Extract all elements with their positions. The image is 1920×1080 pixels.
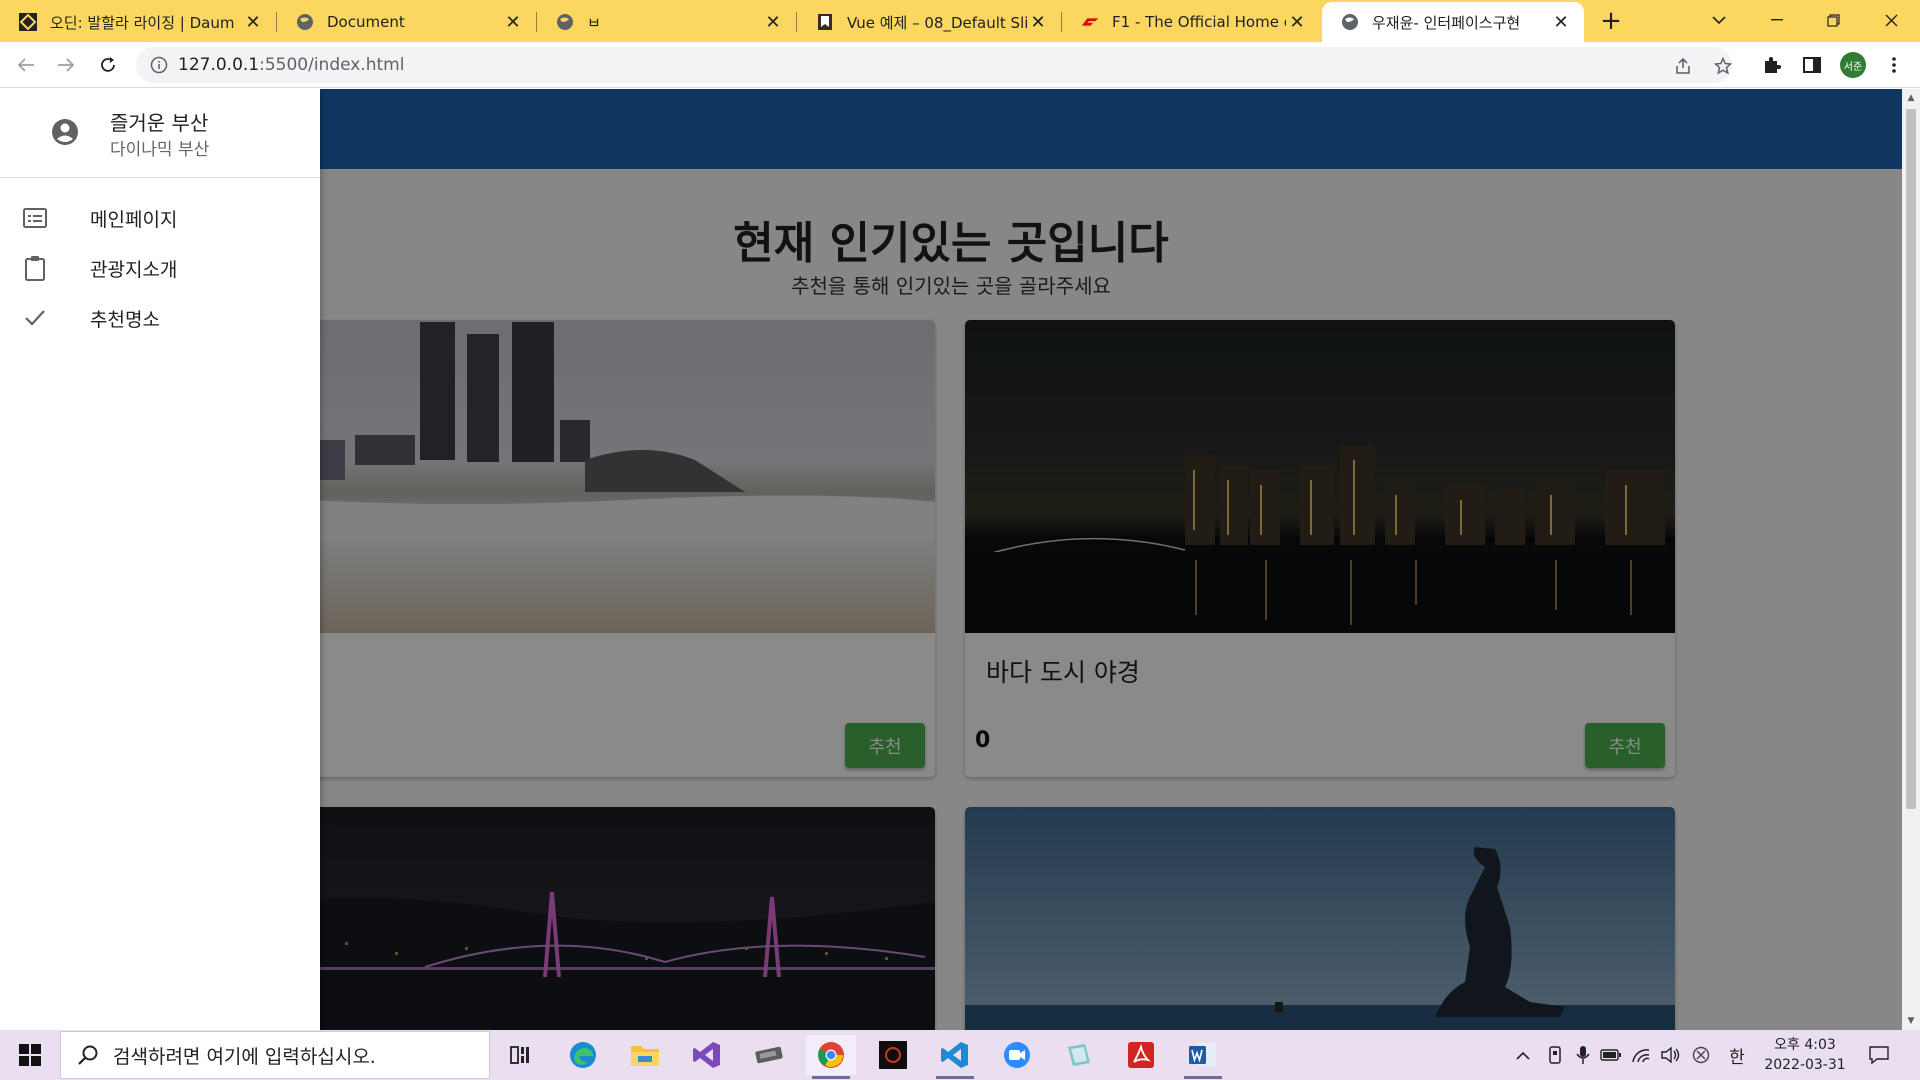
- tab-close-icon[interactable]: ✕: [762, 11, 784, 33]
- clock-time: 오후 4:03: [1774, 1037, 1836, 1053]
- bookmark-star-icon[interactable]: [1712, 55, 1734, 77]
- navigation-drawer: 즐거운 부산 다이나믹 부산 메인페이지 관광지소개 추천명소: [0, 89, 320, 1030]
- browser-tab[interactable]: 오딘: 발할라 라이징 | Daum ✕: [0, 2, 276, 42]
- address-bar[interactable]: 127.0.0.1:5500/index.html: [136, 47, 1732, 83]
- browser-toolbar: 127.0.0.1:5500/index.html 서준: [0, 42, 1920, 88]
- scroll-down-arrow-icon[interactable]: ▼: [1902, 1014, 1920, 1028]
- nav-item-main-page[interactable]: 메인페이지: [0, 193, 320, 243]
- active-app-indicator: [812, 1076, 850, 1079]
- search-icon: [77, 1044, 99, 1066]
- bookmark-favicon-icon: [815, 12, 835, 32]
- tab-close-icon[interactable]: ✕: [502, 11, 524, 33]
- notification-off-icon[interactable]: [1690, 1044, 1712, 1066]
- page-viewport: 현재 인기있는 곳입니다 추천을 통해 인기있는 곳을 골라주세요 추천 바다 …: [0, 89, 1920, 1030]
- globe-icon: [295, 12, 315, 32]
- browser-tab[interactable]: Vue 예제 – 08_Default Slid ✕: [797, 2, 1061, 42]
- visual-studio-icon[interactable]: [682, 1035, 732, 1075]
- browser-tab[interactable]: ㅂ ✕: [537, 2, 796, 42]
- web-icon: [22, 205, 48, 231]
- window-close-button[interactable]: [1866, 0, 1916, 40]
- windows-taskbar: 검색하려면 여기에 입력하십시오. 한 오후 4:03 2022-03-31: [0, 1030, 1920, 1080]
- restore-button[interactable]: [1808, 0, 1858, 40]
- browser-tabstrip: 오딘: 발할라 라이징 | Daum ✕ Document ✕ ㅂ ✕ Vue …: [0, 0, 1920, 42]
- tray-overflow-chevron-icon[interactable]: [1512, 1044, 1534, 1066]
- tab-close-icon[interactable]: ✕: [242, 11, 264, 33]
- odin-game-icon[interactable]: [868, 1035, 918, 1075]
- tab-close-icon[interactable]: ✕: [1550, 11, 1572, 33]
- url-text: 127.0.0.1:5500/index.html: [178, 55, 404, 75]
- nav-item-label: 추천명소: [90, 308, 160, 331]
- f1-logo-icon: [1080, 12, 1100, 32]
- device-icon[interactable]: [1544, 1044, 1566, 1066]
- taskbar-clock[interactable]: 오후 4:03 2022-03-31: [1760, 1035, 1850, 1075]
- nav-item-label: 관광지소개: [90, 258, 178, 281]
- tab-title: ㅂ: [587, 13, 601, 32]
- browser-tab-active[interactable]: 우재윤- 인터페이스구현 ✕: [1322, 2, 1584, 42]
- url-path: :5500/index.html: [259, 55, 405, 75]
- chip-app-icon[interactable]: [744, 1035, 794, 1075]
- drawer-title: 즐거운 부산: [110, 111, 209, 135]
- tab-title: 오딘: 발할라 라이징 | Daum: [50, 13, 235, 32]
- share-icon[interactable]: [1672, 55, 1694, 77]
- sticky-notes-icon[interactable]: [1054, 1035, 1104, 1075]
- scroll-up-arrow-icon[interactable]: ▲: [1902, 91, 1920, 105]
- taskbar-search-input[interactable]: 검색하려면 여기에 입력하십시오.: [60, 1031, 490, 1079]
- scrollbar-thumb[interactable]: [1906, 109, 1916, 809]
- browser-tab[interactable]: F1 - The Official Home of ✕: [1062, 2, 1320, 42]
- globe-icon: [1340, 12, 1360, 32]
- tab-title: 우재윤- 인터페이스구현: [1372, 13, 1521, 32]
- taskbar-search-placeholder: 검색하려면 여기에 입력하십시오.: [113, 1045, 376, 1068]
- tab-title: F1 - The Official Home of: [1112, 13, 1286, 31]
- reload-icon[interactable]: [92, 49, 124, 81]
- acrobat-reader-icon[interactable]: [1116, 1035, 1166, 1075]
- nav-item-recommended[interactable]: 추천명소: [0, 293, 320, 343]
- vscode-icon[interactable]: [930, 1035, 980, 1079]
- globe-icon: [555, 12, 575, 32]
- nav-item-attractions[interactable]: 관광지소개: [0, 243, 320, 293]
- profile-avatar[interactable]: 서준: [1840, 52, 1866, 78]
- tab-search-chevron-icon[interactable]: [1694, 0, 1744, 40]
- minimize-button[interactable]: [1752, 0, 1802, 40]
- drawer-subtitle: 다이나믹 부산: [110, 140, 210, 160]
- active-app-indicator: [936, 1076, 974, 1079]
- edge-browser-icon[interactable]: [558, 1035, 608, 1075]
- browser-tab[interactable]: Document ✕: [277, 2, 536, 42]
- drawer-header: 즐거운 부산 다이나믹 부산: [0, 89, 320, 178]
- odin-favicon-icon: [18, 12, 38, 32]
- back-arrow-icon[interactable]: [10, 49, 42, 81]
- page-scrollbar[interactable]: ▲ ▼: [1902, 89, 1920, 1030]
- new-tab-button[interactable]: +: [1596, 6, 1626, 36]
- account-circle-icon: [50, 117, 80, 147]
- microphone-icon[interactable]: [1572, 1044, 1594, 1066]
- browser-menu-kebab-icon[interactable]: [1882, 53, 1906, 77]
- site-info-icon[interactable]: [150, 56, 168, 74]
- url-host: 127.0.0.1: [178, 55, 260, 75]
- tab-title: Vue 예제 – 08_Default Slid: [847, 13, 1027, 32]
- clock-date: 2022-03-31: [1764, 1057, 1846, 1073]
- tab-close-icon[interactable]: ✕: [1286, 11, 1308, 33]
- clipboard-icon: [22, 255, 48, 281]
- chrome-browser-icon[interactable]: [806, 1035, 856, 1079]
- active-app-indicator: [1184, 1076, 1222, 1079]
- file-explorer-icon[interactable]: [620, 1035, 670, 1075]
- volume-icon[interactable]: [1660, 1044, 1682, 1066]
- check-icon: [22, 305, 48, 331]
- tab-close-icon[interactable]: ✕: [1027, 11, 1049, 33]
- word-icon[interactable]: [1178, 1035, 1228, 1079]
- notification-center-icon[interactable]: [1868, 1044, 1890, 1066]
- nav-item-label: 메인페이지: [90, 208, 178, 231]
- forward-arrow-icon[interactable]: [50, 49, 82, 81]
- wifi-icon[interactable]: [1630, 1044, 1652, 1066]
- ime-language-indicator[interactable]: 한: [1726, 1044, 1748, 1068]
- tab-title: Document: [327, 13, 405, 31]
- extensions-puzzle-icon[interactable]: [1760, 53, 1784, 77]
- windows-start-icon[interactable]: [8, 1038, 52, 1072]
- task-view-icon[interactable]: [496, 1035, 546, 1075]
- battery-icon[interactable]: [1600, 1044, 1622, 1066]
- side-panel-icon[interactable]: [1800, 53, 1824, 77]
- zoom-icon[interactable]: [992, 1035, 1042, 1075]
